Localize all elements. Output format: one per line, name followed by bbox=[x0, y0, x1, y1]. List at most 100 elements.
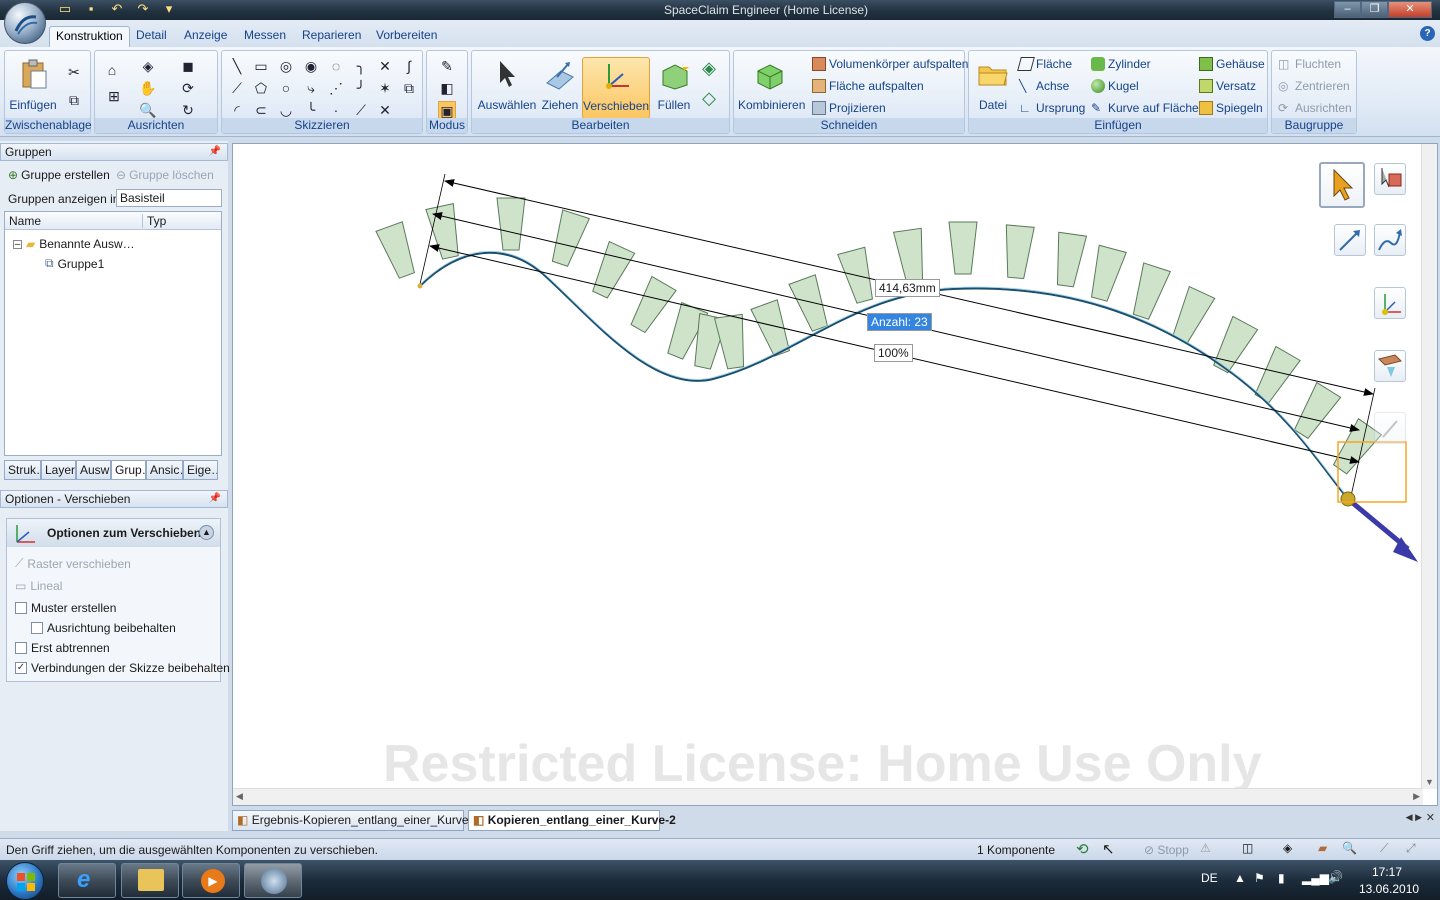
split-face-button[interactable]: Fläche aufspalten bbox=[812, 79, 924, 93]
pattern-copy[interactable] bbox=[1128, 262, 1172, 321]
select-mini-tool[interactable] bbox=[1319, 162, 1365, 208]
point-tool-icon[interactable]: · bbox=[327, 101, 345, 119]
plan-view-icon[interactable]: ◈ bbox=[139, 57, 157, 75]
orient-button[interactable]: ⟳ Ausrichten bbox=[1278, 101, 1352, 115]
split-line-tool-icon[interactable]: ✶ bbox=[376, 79, 394, 97]
redo-icon[interactable]: ↷ bbox=[134, 1, 152, 17]
spline-tool-icon[interactable]: ∫ bbox=[400, 57, 418, 75]
tree-node-group1[interactable]: ⧉ Gruppe1 bbox=[45, 256, 104, 271]
home-view-icon[interactable]: ⌂ bbox=[103, 61, 121, 79]
clock-date[interactable]: 13.06.2010 bbox=[1359, 882, 1419, 896]
close-button[interactable]: ✕ bbox=[1388, 1, 1432, 18]
detach-first-checkbox[interactable] bbox=[15, 642, 27, 654]
power-icon[interactable]: ▮ bbox=[1278, 871, 1285, 885]
create-pattern-checkbox[interactable] bbox=[15, 602, 27, 614]
selection-mode-icon[interactable]: ⟲ bbox=[1076, 840, 1089, 858]
blend-icon[interactable]: ◈ bbox=[700, 59, 718, 77]
clock-time[interactable]: 17:17 bbox=[1372, 865, 1402, 879]
scroll-right-icon[interactable]: ▶ bbox=[1413, 791, 1420, 802]
cut-icon[interactable]: ✂ bbox=[65, 63, 83, 81]
circle-3pt-tool-icon[interactable]: ◉ bbox=[302, 57, 320, 75]
arc-tool-icon[interactable]: ◜ bbox=[228, 101, 246, 119]
pattern-copy[interactable] bbox=[1086, 244, 1127, 302]
sweep-arc-tool-icon[interactable]: ⤷ bbox=[302, 79, 320, 97]
taskbar-internet-explorer[interactable]: e bbox=[58, 863, 116, 898]
snap-icon[interactable]: ⟋ bbox=[1380, 841, 1388, 856]
tab-messen[interactable]: Messen bbox=[238, 26, 292, 48]
save-icon[interactable]: ▪ bbox=[82, 1, 100, 17]
create-group-button[interactable]: ⊕ Gruppe erstellen bbox=[8, 168, 110, 182]
tweak-face-icon[interactable]: ◇ bbox=[700, 89, 718, 107]
doc-tabs-scroll-icon[interactable]: ◀ ▶ bbox=[1406, 812, 1422, 823]
tab-konstruktion[interactable]: Konstruktion bbox=[49, 26, 130, 48]
customize-icon[interactable]: ▾ bbox=[160, 1, 178, 17]
pattern-copy[interactable] bbox=[496, 197, 526, 251]
display-style-icon[interactable]: ◈ bbox=[1283, 841, 1292, 855]
scroll-left-icon[interactable]: ◀ bbox=[236, 791, 243, 802]
move-along-trajectory-mini-tool[interactable] bbox=[1334, 224, 1366, 256]
pattern-copy[interactable] bbox=[788, 274, 833, 333]
action-center-icon[interactable]: ⚑ bbox=[1254, 871, 1265, 885]
warning-icon[interactable]: ⚠ bbox=[1200, 841, 1211, 855]
tab-selection[interactable]: Ausw… bbox=[76, 460, 111, 480]
fillet-tool-icon[interactable]: ╰ bbox=[302, 101, 320, 119]
axis-button[interactable]: ╲ Achse bbox=[1019, 79, 1069, 93]
option-ruler[interactable]: ▭ Lineal bbox=[15, 579, 62, 593]
pattern-copy[interactable] bbox=[626, 275, 677, 335]
option-move-grid[interactable]: ⟋ Raster verschieben bbox=[15, 556, 131, 571]
tangent-arc-tool-icon[interactable]: ╮ bbox=[352, 57, 370, 75]
cylinder-button[interactable]: Zylinder bbox=[1091, 57, 1151, 71]
pan-icon[interactable]: ✋ bbox=[139, 79, 157, 97]
start-button[interactable] bbox=[6, 862, 44, 900]
zoom-icon[interactable]: 🔍 bbox=[139, 101, 157, 119]
count-input[interactable]: Anzahl: 23 bbox=[867, 313, 932, 331]
application-menu-button[interactable] bbox=[4, 2, 46, 44]
design-viewport[interactable]: 414,63mm Anzahl: 23 100% Restricted Lice… bbox=[232, 143, 1438, 806]
doc-tab-result[interactable]: ◧ Ergebnis-Kopieren_entlang_einer_Kurve-… bbox=[232, 810, 479, 831]
ruler-mini-tool[interactable] bbox=[1374, 412, 1406, 444]
horizontal-scrollbar[interactable]: ◀ ▶ bbox=[233, 788, 1423, 805]
move-handle-origin[interactable] bbox=[1340, 491, 1356, 507]
project-button[interactable]: Projizieren bbox=[812, 101, 886, 115]
scale-tool-icon[interactable]: ⟋ bbox=[352, 101, 370, 119]
ellipse-tool-icon[interactable]: ◌ bbox=[327, 57, 345, 75]
show-groups-in-field[interactable]: Basisteil bbox=[116, 189, 222, 207]
snap-view-icon[interactable]: ⊞ bbox=[105, 87, 123, 105]
doc-tab-close-icon[interactable]: ✕ bbox=[1426, 811, 1435, 824]
polygon-tool-icon[interactable]: ⬠ bbox=[252, 79, 270, 97]
network-icon[interactable]: ▂▄▆ bbox=[1302, 871, 1329, 885]
move-tool-button[interactable]: Verschieben bbox=[582, 57, 650, 119]
tab-vorbereiten[interactable]: Vorbereiten bbox=[370, 26, 443, 48]
options-section-header[interactable]: Optionen zum Verschieben ▲ bbox=[7, 519, 220, 547]
pattern-copy[interactable] bbox=[1052, 231, 1088, 288]
render-style-icon[interactable]: ▰ bbox=[1318, 841, 1327, 855]
pin-icon[interactable]: 📌 bbox=[209, 491, 221, 507]
rotate-icon[interactable]: ↻ bbox=[179, 101, 197, 119]
offset-button[interactable]: Versatz bbox=[1199, 79, 1256, 93]
curve-on-face-button[interactable]: ✎ Kurve auf Fläche bbox=[1091, 101, 1199, 115]
view-cube-icon[interactable]: ◼ bbox=[179, 57, 197, 75]
tray-expand-icon[interactable]: ▲ bbox=[1234, 871, 1246, 885]
keep-sketch-connections-checkbox[interactable]: ✓ bbox=[15, 662, 27, 674]
circle-tool-icon[interactable]: ◎ bbox=[277, 57, 295, 75]
circle-center-tool-icon[interactable]: ○ bbox=[277, 79, 295, 97]
sketch-mode-icon[interactable]: ✎ bbox=[438, 57, 456, 75]
maximize-button[interactable]: ❐ bbox=[1361, 1, 1388, 18]
select-tool-button[interactable]: Auswählen bbox=[476, 57, 538, 112]
spin-icon[interactable]: ⟳ bbox=[179, 79, 197, 97]
section-mode-icon[interactable]: ◧ bbox=[438, 79, 456, 97]
vertical-scrollbar[interactable]: ▼ bbox=[1421, 144, 1437, 789]
keep-orientation-checkbox[interactable] bbox=[31, 622, 43, 634]
language-indicator[interactable]: DE bbox=[1201, 871, 1218, 885]
trajectory-status-icon[interactable]: ⤢ bbox=[1406, 841, 1416, 856]
percent-label[interactable]: 100% bbox=[874, 344, 913, 362]
option-detach-first[interactable]: Erst abtrennen bbox=[15, 641, 110, 655]
three-point-arc-icon[interactable]: ◡ bbox=[277, 101, 295, 119]
zoom-status-icon[interactable]: 🔍 bbox=[1342, 841, 1357, 855]
taskbar-spaceclaim[interactable] bbox=[244, 863, 302, 898]
split-body-button[interactable]: Volumenkörper aufspalten bbox=[812, 57, 968, 71]
3d-mode-icon[interactable]: ▣ bbox=[438, 101, 456, 119]
tab-properties[interactable]: Eige… bbox=[183, 460, 218, 480]
col-header-type[interactable]: Typ bbox=[142, 214, 166, 228]
delete-group-button[interactable]: ⊖ Gruppe löschen bbox=[116, 168, 214, 182]
